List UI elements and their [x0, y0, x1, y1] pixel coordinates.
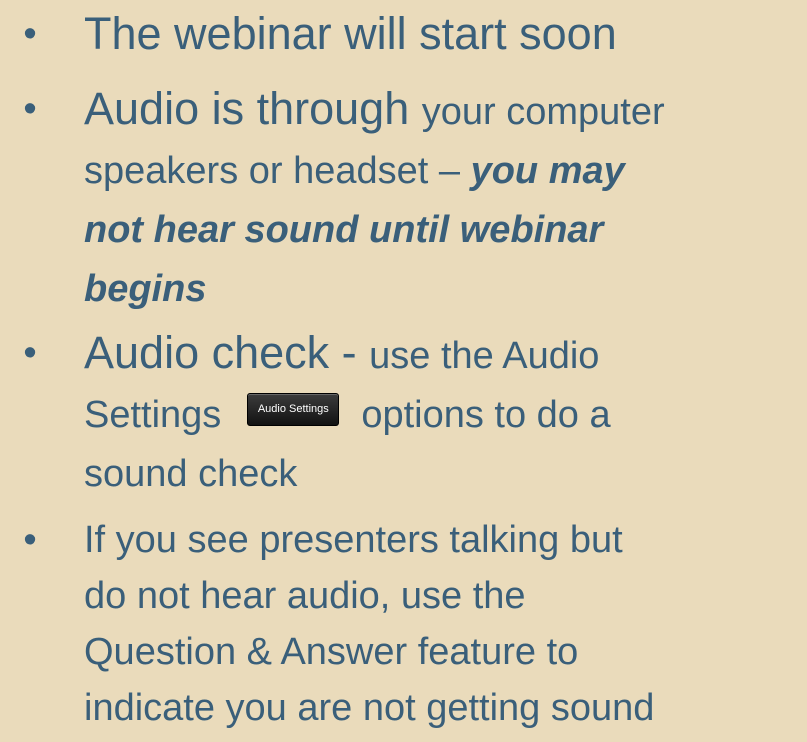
bullet-text: Audio check - use the Audio Settings Audi…	[84, 325, 807, 502]
text-line: not hear sound until webinar	[84, 199, 807, 258]
bullet-icon: •	[23, 332, 37, 374]
text-line: Question & Answer feature to	[84, 631, 579, 673]
text-line: Settings Audio Settings options to do a	[84, 392, 611, 436]
bullet-text: Audio is through your computer speakers …	[84, 81, 807, 317]
bullet-text: If you see presenters talking but do not…	[84, 512, 807, 736]
emphasis-text: not hear sound until webinar	[84, 209, 604, 251]
bullet-icon: •	[23, 88, 37, 130]
text-line: Audio check - use the Audio	[84, 327, 600, 378]
text-line: If you see presenters talking but	[84, 519, 623, 561]
text-line: speakers or headset – you may	[84, 150, 625, 192]
text-line: The webinar will start soon	[84, 8, 617, 59]
text-line: begins	[84, 258, 807, 317]
slide: • The webinar will start soon • Audio is…	[0, 0, 807, 742]
audio-settings-button[interactable]: Audio Settings	[247, 392, 340, 426]
bullet-text: The webinar will start soon	[84, 6, 807, 62]
emphasis-text: begins	[84, 268, 207, 310]
text-line: indicate you are not getting sound	[84, 687, 655, 729]
text-line: Audio is through your computer	[84, 83, 665, 134]
text-line: sound check	[84, 453, 298, 495]
bullet-icon: •	[23, 519, 37, 561]
text-line: do not hear audio, use the	[84, 575, 526, 617]
emphasis-text: you may	[470, 150, 625, 192]
bullet-icon: •	[23, 13, 37, 55]
